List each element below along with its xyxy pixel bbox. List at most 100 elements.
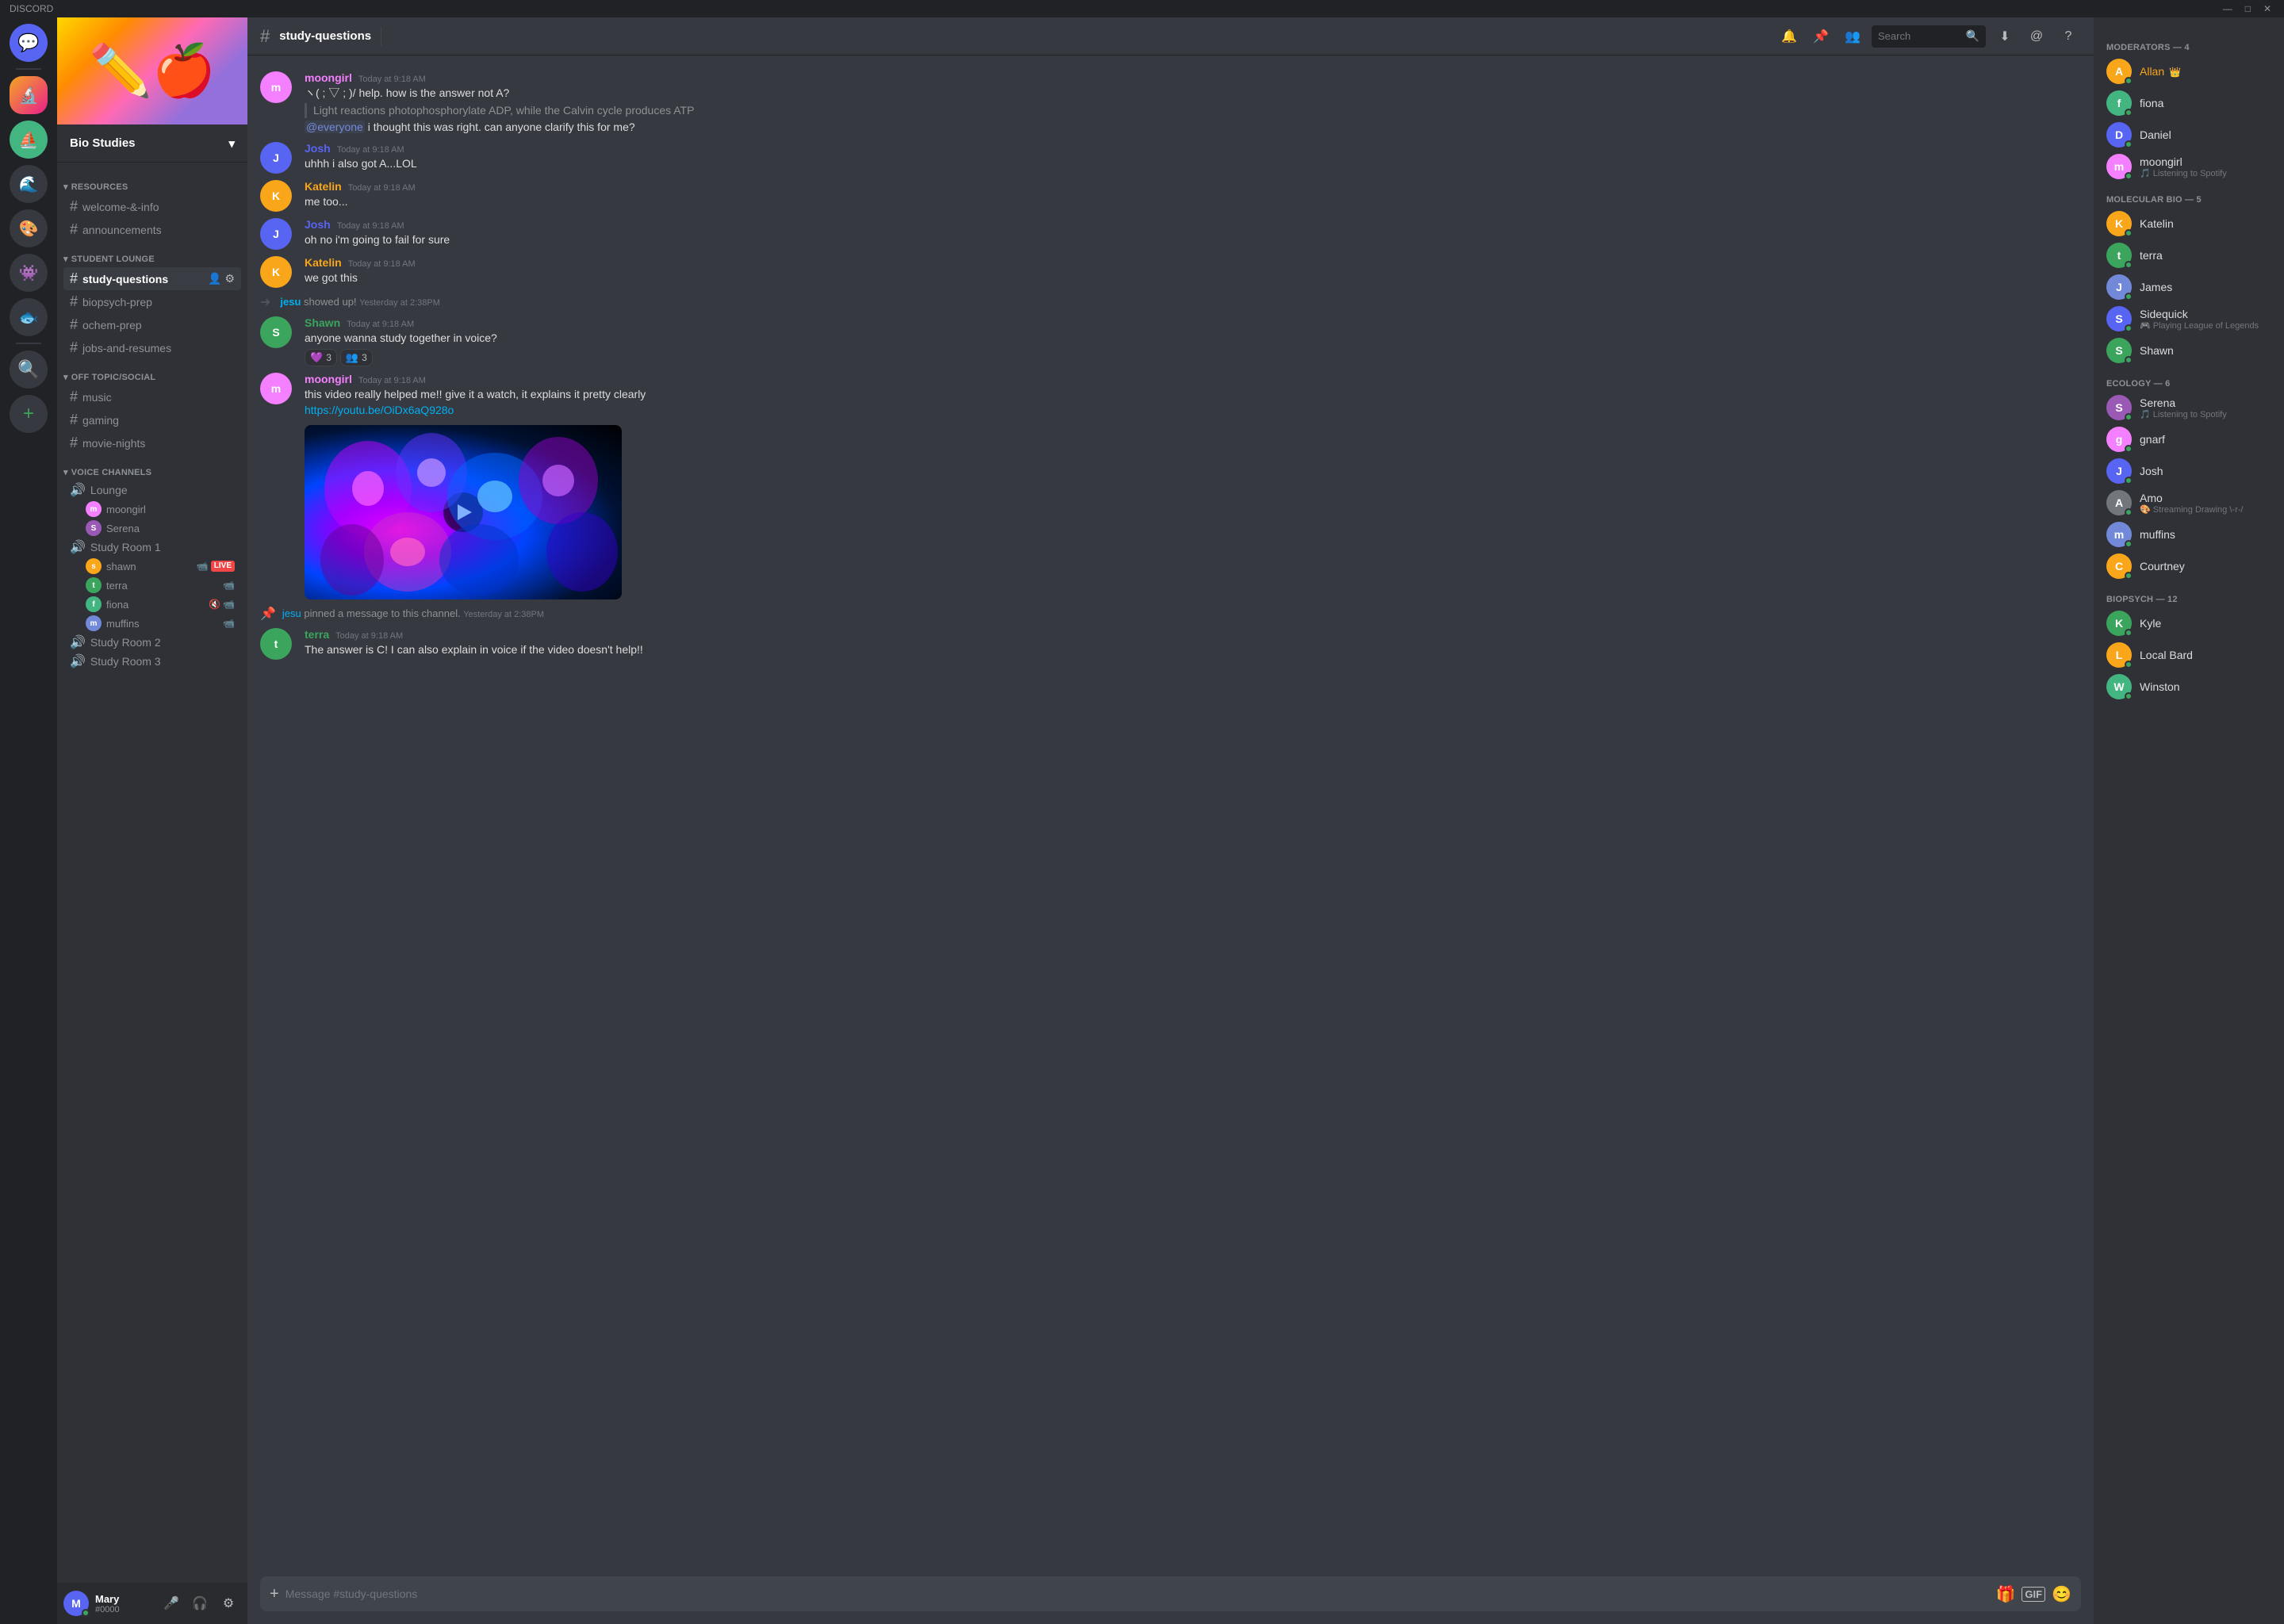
search-bar[interactable]: Search 🔍 <box>1872 25 1986 48</box>
voice-user-muffins[interactable]: m muffins 📹 <box>63 614 241 633</box>
user-settings-button[interactable]: ⚙ <box>216 1591 241 1616</box>
channel-ochem-prep[interactable]: # ochem-prep <box>63 313 241 336</box>
member-winston[interactable]: W Winston <box>2100 671 2278 703</box>
bell-button[interactable]: 🔔 <box>1776 24 1802 49</box>
pin-actor[interactable]: jesu <box>282 607 301 619</box>
voice-user-moongirl[interactable]: m moongirl <box>63 500 241 519</box>
reaction-1[interactable]: 💜 3 <box>305 349 337 366</box>
voice-channel-study-room-2[interactable]: 🔊 Study Room 2 <box>63 633 241 652</box>
message-author[interactable]: Shawn <box>305 316 340 329</box>
member-james[interactable]: J James <box>2100 271 2278 303</box>
explore-servers-button[interactable]: 🔍 <box>10 350 48 389</box>
member-avatar: A <box>2106 59 2132 84</box>
emoji-button[interactable]: 😊 <box>2052 1584 2071 1604</box>
message-author[interactable]: Katelin <box>305 256 342 269</box>
voice-user-serena[interactable]: S Serena <box>63 519 241 538</box>
voice-channel-lounge[interactable]: 🔊 Lounge <box>63 481 241 500</box>
members-button[interactable]: 👥 <box>1840 24 1865 49</box>
help-button[interactable]: ? <box>2056 24 2081 49</box>
minimize-button[interactable]: — <box>2220 3 2236 14</box>
member-kyle[interactable]: K Kyle <box>2100 607 2278 639</box>
message-content: Katelin Today at 9:18 AM we got this <box>305 256 2081 288</box>
voice-channel-study-room-3[interactable]: 🔊 Study Room 3 <box>63 652 241 671</box>
pin-button[interactable]: 📌 <box>1808 24 1834 49</box>
messages-area[interactable]: m moongirl Today at 9:18 AM ヽ( ; ▽ ; )/ … <box>247 56 2094 1576</box>
member-name: Serena <box>2140 396 2227 409</box>
voice-user-fiona[interactable]: f fiona 🔇 📹 <box>63 595 241 614</box>
member-sidequick[interactable]: S Sidequick 🎮 Playing League of Legends <box>2100 303 2278 335</box>
discord-home-button[interactable]: 💬 <box>10 24 48 62</box>
mention: @everyone <box>305 121 365 133</box>
message-author[interactable]: moongirl <box>305 373 352 385</box>
status-indicator <box>82 1609 90 1617</box>
voice-user-shawn[interactable]: s shawn 📹 LIVE <box>63 557 241 576</box>
member-avatar: m <box>2106 154 2132 179</box>
member-local-bard[interactable]: L Local Bard <box>2100 639 2278 671</box>
server-icon-bio-studies[interactable]: 🔬 <box>10 76 48 114</box>
server-icon-2[interactable]: ⛵ <box>10 121 48 159</box>
member-gnarf[interactable]: g gnarf <box>2100 423 2278 455</box>
channel-jobs-and-resumes[interactable]: # jobs-and-resumes <box>63 336 241 359</box>
voice-channel-study-room-1[interactable]: 🔊 Study Room 1 <box>63 538 241 557</box>
message-input[interactable] <box>286 1580 1990 1608</box>
category-off-topic[interactable]: ▾ OFF TOPIC/SOCIAL <box>57 359 247 385</box>
server-icon-6[interactable]: 🐟 <box>10 298 48 336</box>
headphone-button[interactable]: 🎧 <box>187 1591 213 1616</box>
channel-announcements[interactable]: # announcements <box>63 218 241 241</box>
member-fiona[interactable]: f fiona <box>2100 87 2278 119</box>
message-author[interactable]: Katelin <box>305 180 342 193</box>
maximize-button[interactable]: □ <box>2242 3 2254 14</box>
channel-gaming[interactable]: # gaming <box>63 408 241 431</box>
microphone-button[interactable]: 🎤 <box>159 1591 184 1616</box>
download-button[interactable]: ⬇ <box>1992 24 2018 49</box>
close-button[interactable]: ✕ <box>2260 3 2274 14</box>
category-student-lounge[interactable]: ▾ STUDENT LOUNGE <box>57 241 247 267</box>
gif-button[interactable]: GIF <box>2021 1587 2045 1602</box>
channel-welcome-info[interactable]: # welcome-&-info <box>63 195 241 218</box>
member-muffins[interactable]: m muffins <box>2100 519 2278 550</box>
server-3-icon: 🌊 <box>19 174 39 194</box>
avatar: t <box>260 628 292 660</box>
voice-user-terra[interactable]: t terra 📹 <box>63 576 241 595</box>
member-daniel[interactable]: D Daniel <box>2100 119 2278 151</box>
server-icon-5[interactable]: 👾 <box>10 254 48 292</box>
channel-music[interactable]: # music <box>63 385 241 408</box>
server-icon-4[interactable]: 🎨 <box>10 209 48 247</box>
gift-icon[interactable]: 🎁 <box>1996 1584 2016 1604</box>
message-text: uhhh i also got A...LOL <box>305 156 2081 172</box>
member-shawn[interactable]: S Shawn <box>2100 335 2278 366</box>
add-member-icon[interactable]: 👤 <box>208 272 221 285</box>
reaction-2[interactable]: 👥 3 <box>340 349 373 366</box>
user-avatar: M <box>63 1591 89 1616</box>
system-actor[interactable]: jesu <box>280 296 301 308</box>
server-header[interactable]: Bio Studies ▾ <box>57 124 247 163</box>
message-author[interactable]: Josh <box>305 218 331 231</box>
channel-movie-nights[interactable]: # movie-nights <box>63 431 241 454</box>
video-link[interactable]: https://youtu.be/OiDx6aQ928o <box>305 404 454 416</box>
attach-button[interactable]: + <box>270 1585 279 1603</box>
server-icon-3[interactable]: 🌊 <box>10 165 48 203</box>
member-allan[interactable]: A Allan 👑 <box>2100 56 2278 87</box>
member-serena[interactable]: S Serena 🎵 Listening to Spotify <box>2100 392 2278 423</box>
member-amo[interactable]: A Amo 🎨 Streaming Drawing \-r-/ <box>2100 487 2278 519</box>
add-server-button[interactable]: + <box>10 395 48 433</box>
member-josh[interactable]: J Josh <box>2100 455 2278 487</box>
member-terra[interactable]: t terra <box>2100 239 2278 271</box>
category-voice[interactable]: ▾ VOICE CHANNELS <box>57 454 247 481</box>
window-chrome: DISCORD — □ ✕ <box>0 0 2284 17</box>
video-thumbnail[interactable] <box>305 425 622 599</box>
inbox-button[interactable]: @ <box>2024 24 2049 49</box>
member-courtney[interactable]: C Courtney <box>2100 550 2278 582</box>
settings-icon[interactable]: ⚙ <box>224 272 235 285</box>
member-katelin[interactable]: K Katelin <box>2100 208 2278 239</box>
member-moongirl[interactable]: m moongirl 🎵 Listening to Spotify <box>2100 151 2278 182</box>
message-author[interactable]: Josh <box>305 142 331 155</box>
avatar: t <box>86 577 102 593</box>
category-resources[interactable]: ▾ RESOURCES <box>57 169 247 195</box>
status-dot <box>2125 356 2133 364</box>
channel-name: announcements <box>82 224 162 236</box>
message-author[interactable]: terra <box>305 628 329 641</box>
channel-study-questions[interactable]: # study-questions 👤 ⚙ <box>63 267 241 290</box>
message-author[interactable]: moongirl <box>305 71 352 84</box>
channel-biopsych-prep[interactable]: # biopsych-prep <box>63 290 241 313</box>
